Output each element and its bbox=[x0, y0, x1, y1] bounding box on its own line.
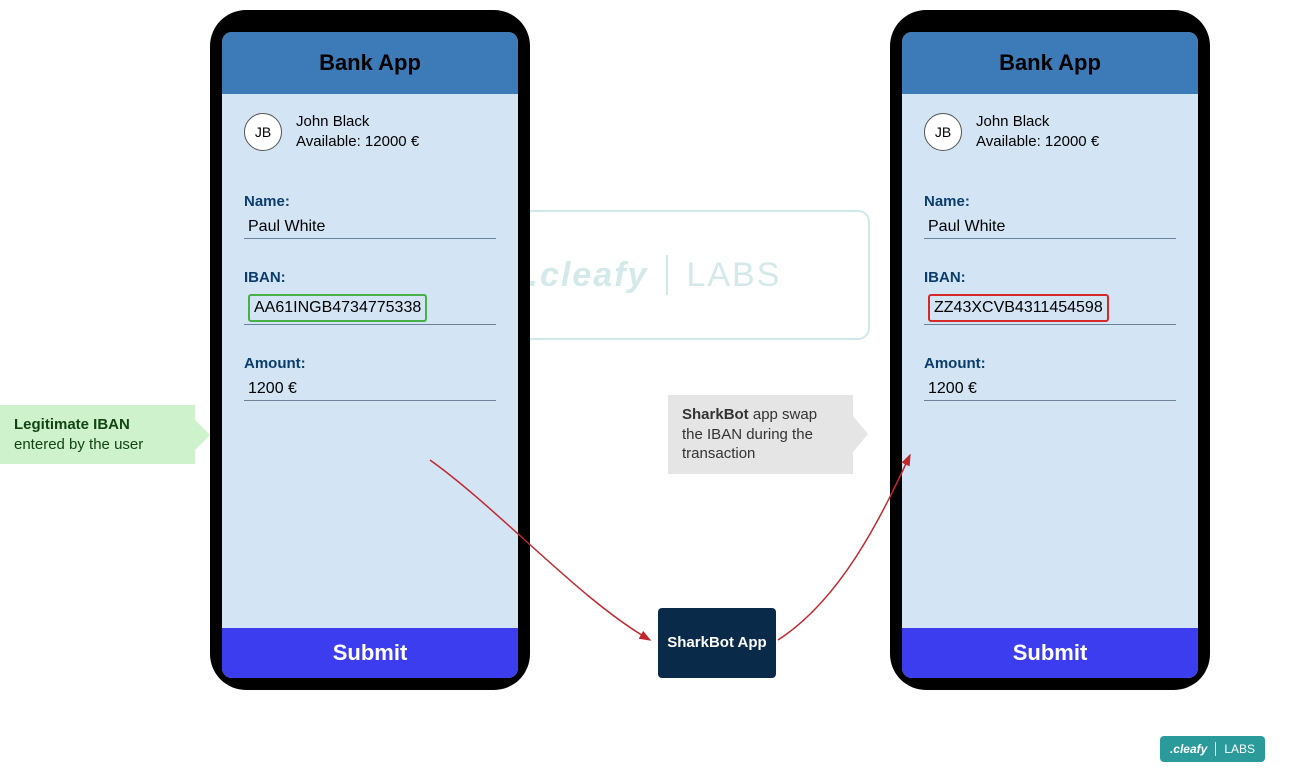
callout-green-bold: Legitimate IBAN bbox=[14, 416, 130, 433]
field-iban: IBAN: AA61INGB4734775338 bbox=[244, 269, 496, 325]
user-row: JB John Black Available: 12000 € bbox=[924, 112, 1176, 153]
user-available: Available: 12000 € bbox=[976, 132, 1099, 152]
iban-highlight-green: AA61INGB4734775338 bbox=[248, 294, 427, 322]
watermark-labs: LABS bbox=[686, 256, 781, 295]
callout-gray-bold: SharkBot bbox=[682, 406, 749, 423]
name-input[interactable]: Paul White bbox=[244, 214, 496, 239]
field-amount: Amount: 1200 € bbox=[924, 355, 1176, 401]
name-label: Name: bbox=[924, 193, 1176, 210]
phone-screen-left: Bank App JB John Black Available: 12000 … bbox=[222, 32, 518, 678]
phone-mockup-right: Bank App JB John Black Available: 12000 … bbox=[890, 10, 1210, 690]
callout-sharkbot-swap: SharkBot app swap the IBAN during the tr… bbox=[668, 395, 853, 474]
field-name: Name: Paul White bbox=[924, 193, 1176, 239]
app-header: Bank App bbox=[902, 32, 1198, 94]
phone-screen-right: Bank App JB John Black Available: 12000 … bbox=[902, 32, 1198, 678]
field-amount: Amount: 1200 € bbox=[244, 355, 496, 401]
app-header: Bank App bbox=[222, 32, 518, 94]
user-name: John Black bbox=[296, 112, 419, 132]
amount-input[interactable]: 1200 € bbox=[244, 376, 496, 401]
iban-highlight-red: ZZ43XCVB4311454598 bbox=[928, 294, 1109, 322]
iban-label: IBAN: bbox=[244, 269, 496, 286]
name-input[interactable]: Paul White bbox=[924, 214, 1176, 239]
field-iban: IBAN: ZZ43XCVB4311454598 bbox=[924, 269, 1176, 325]
amount-label: Amount: bbox=[244, 355, 496, 372]
phone-mockup-left: Bank App JB John Black Available: 12000 … bbox=[210, 10, 530, 690]
watermark-separator bbox=[666, 255, 668, 295]
field-name: Name: Paul White bbox=[244, 193, 496, 239]
iban-label: IBAN: bbox=[924, 269, 1176, 286]
iban-input-left[interactable]: AA61INGB4734775338 bbox=[244, 290, 496, 325]
name-label: Name: bbox=[244, 193, 496, 210]
callout-legitimate-iban: Legitimate IBAN entered by the user bbox=[0, 405, 195, 464]
submit-button[interactable]: Submit bbox=[902, 628, 1198, 678]
screen-body: JB John Black Available: 12000 € Name: P… bbox=[222, 94, 518, 628]
user-available: Available: 12000 € bbox=[296, 132, 419, 152]
amount-label: Amount: bbox=[924, 355, 1176, 372]
badge-labs: LABS bbox=[1224, 742, 1255, 756]
amount-input[interactable]: 1200 € bbox=[924, 376, 1176, 401]
watermark-brand: .cleafy bbox=[529, 256, 649, 295]
user-info: John Black Available: 12000 € bbox=[976, 112, 1099, 153]
avatar: JB bbox=[924, 113, 962, 151]
badge-brand: .cleafy bbox=[1170, 742, 1207, 756]
user-name: John Black bbox=[976, 112, 1099, 132]
iban-input-right[interactable]: ZZ43XCVB4311454598 bbox=[924, 290, 1176, 325]
user-info: John Black Available: 12000 € bbox=[296, 112, 419, 153]
avatar: JB bbox=[244, 113, 282, 151]
badge-separator bbox=[1215, 742, 1216, 756]
submit-button[interactable]: Submit bbox=[222, 628, 518, 678]
callout-green-rest: entered by the user bbox=[14, 436, 143, 453]
sharkbot-app-box: SharkBot App bbox=[658, 608, 776, 678]
brand-badge: .cleafy LABS bbox=[1160, 736, 1265, 762]
screen-body: JB John Black Available: 12000 € Name: P… bbox=[902, 94, 1198, 628]
user-row: JB John Black Available: 12000 € bbox=[244, 112, 496, 153]
